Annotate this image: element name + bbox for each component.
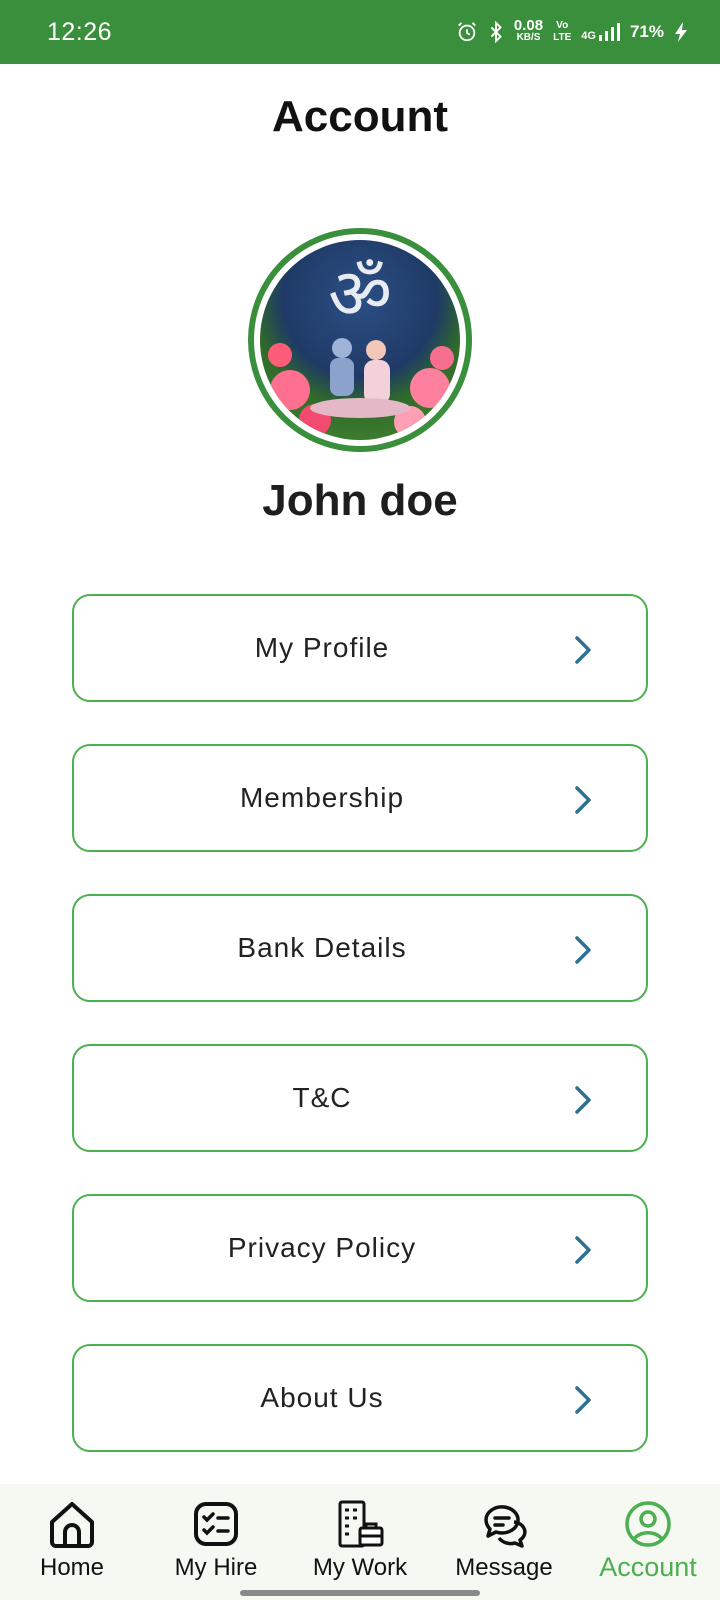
nav-label: Account xyxy=(599,1552,697,1582)
chevron-right-icon xyxy=(575,936,591,964)
checklist-icon xyxy=(194,1502,238,1546)
bottom-nav: Home My Hire My Work Message Account xyxy=(0,1484,720,1600)
nav-item-my-work[interactable]: My Work xyxy=(288,1498,432,1582)
nav-label: My Work xyxy=(312,1554,408,1581)
menu-item-bank-details[interactable]: Bank Details xyxy=(72,894,648,1002)
status-bar: 12:26 0.08 KB/S Vo LTE 4G 71% xyxy=(0,0,720,64)
charging-icon xyxy=(675,22,687,42)
network-type: 4G xyxy=(581,30,596,42)
status-icons: 0.08 KB/S Vo LTE 4G 71% xyxy=(456,17,688,44)
net-speed: 0.08 KB/S xyxy=(513,17,544,43)
battery-level: 71% xyxy=(629,22,664,41)
chevron-right-icon xyxy=(575,1386,591,1414)
chat-bubbles-icon xyxy=(484,1505,527,1548)
chevron-right-icon xyxy=(575,786,591,814)
home-indicator[interactable] xyxy=(240,1590,480,1596)
nav-item-account[interactable]: Account xyxy=(576,1498,720,1583)
menu-item-label: Bank Details xyxy=(237,932,407,963)
menu-item-label: Membership xyxy=(239,782,405,813)
nav-label: My Hire xyxy=(174,1554,258,1581)
menu-item-label: T&C xyxy=(292,1082,352,1113)
menu-item-about-us[interactable]: About Us xyxy=(72,1344,648,1452)
nav-item-my-hire[interactable]: My Hire xyxy=(144,1498,288,1582)
alarm-icon xyxy=(458,22,476,42)
nav-item-message[interactable]: Message xyxy=(432,1498,576,1582)
user-circle-icon xyxy=(625,1501,671,1547)
menu-item-privacy-policy[interactable]: Privacy Policy xyxy=(72,1194,648,1302)
chevron-right-icon xyxy=(575,636,591,664)
home-icon xyxy=(50,1502,94,1548)
bluetooth-icon xyxy=(490,21,502,43)
menu-item-label: About Us xyxy=(260,1382,384,1413)
menu-item-label: Privacy Policy xyxy=(227,1232,417,1263)
page-title: Account xyxy=(272,92,448,141)
svg-text:ॐ: ॐ xyxy=(328,253,392,335)
chevron-right-icon xyxy=(575,1086,591,1114)
nav-item-home[interactable]: Home xyxy=(0,1498,144,1582)
avatar-image: ॐ xyxy=(260,240,460,440)
nav-label: Home xyxy=(39,1554,105,1581)
account-menu: My Profile Membership Bank Details T&C P… xyxy=(72,594,648,1494)
volte-indicator: Vo LTE xyxy=(553,20,572,43)
menu-item-terms[interactable]: T&C xyxy=(72,1044,648,1152)
building-briefcase-icon xyxy=(338,1500,384,1548)
chevron-right-icon xyxy=(575,1236,591,1264)
menu-item-membership[interactable]: Membership xyxy=(72,744,648,852)
signal-icon xyxy=(598,23,620,41)
nav-label: Message xyxy=(455,1554,553,1581)
menu-item-label: My Profile xyxy=(254,632,390,663)
signal-indicator: 4G xyxy=(581,22,620,42)
status-time: 12:26 xyxy=(47,17,113,46)
avatar[interactable]: ॐ xyxy=(248,228,472,452)
menu-item-my-profile[interactable]: My Profile xyxy=(72,594,648,702)
user-name: John doe xyxy=(262,476,458,525)
